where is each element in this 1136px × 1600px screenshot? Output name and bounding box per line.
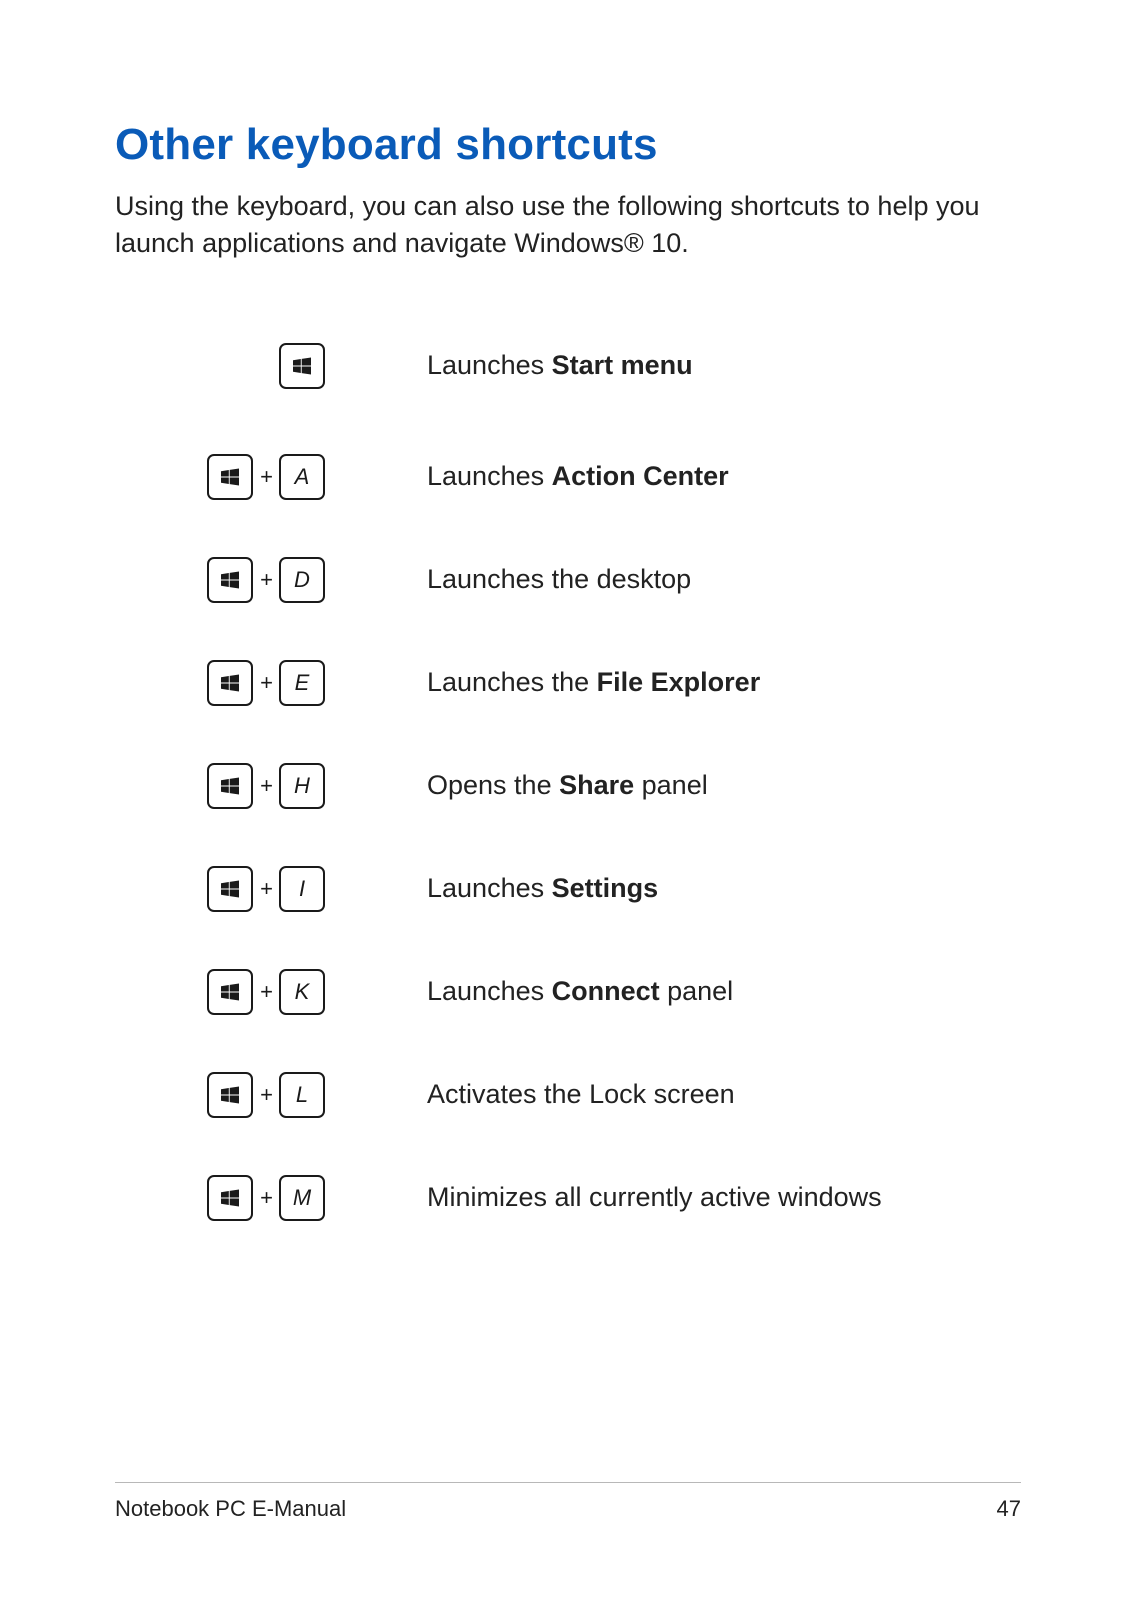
letter-key: K — [279, 969, 325, 1015]
desc-bold: Start menu — [552, 350, 693, 380]
footer-label: Notebook PC E-Manual — [115, 1496, 346, 1522]
desc-prefix: Launches the desktop — [427, 564, 691, 594]
desc-bold: Action Center — [552, 461, 729, 491]
windows-logo-icon — [221, 468, 239, 486]
key-combo: + M — [115, 1175, 325, 1221]
desc-prefix: Launches — [427, 350, 552, 380]
letter-key: M — [279, 1175, 325, 1221]
letter-key: D — [279, 557, 325, 603]
plus-separator: + — [260, 1187, 273, 1209]
windows-key — [207, 557, 253, 603]
key-combo: + I — [115, 866, 325, 912]
windows-logo-icon — [221, 777, 239, 795]
key-combo: + L — [115, 1072, 325, 1118]
shortcut-description: Launches the File Explorer — [325, 665, 1021, 700]
plus-separator: + — [260, 775, 273, 797]
windows-key — [207, 454, 253, 500]
desc-prefix: Activates the Lock screen — [427, 1079, 735, 1109]
shortcut-row-share: + H Opens the Share panel — [115, 763, 1021, 809]
windows-key — [207, 1072, 253, 1118]
shortcut-description: Minimizes all currently active windows — [325, 1180, 1021, 1215]
shortcut-description: Launches Start menu — [325, 348, 1021, 383]
letter-key: L — [279, 1072, 325, 1118]
page-title: Other keyboard shortcuts — [115, 120, 1021, 170]
windows-key — [207, 866, 253, 912]
shortcut-row-start-menu: Launches Start menu — [115, 343, 1021, 389]
plus-separator: + — [260, 569, 273, 591]
shortcut-description: Launches Action Center — [325, 459, 1021, 494]
shortcut-row-action-center: + A Launches Action Center — [115, 454, 1021, 500]
key-combo: + E — [115, 660, 325, 706]
windows-key — [207, 660, 253, 706]
desc-bold: Share — [559, 770, 634, 800]
footer-divider — [115, 1482, 1021, 1483]
key-combo: + A — [115, 454, 325, 500]
shortcut-row-file-explorer: + E Launches the File Explorer — [115, 660, 1021, 706]
shortcuts-list: Launches Start menu + A Launches Action … — [115, 343, 1021, 1221]
windows-logo-icon — [221, 571, 239, 589]
plus-separator: + — [260, 981, 273, 1003]
windows-key — [207, 969, 253, 1015]
plus-separator: + — [260, 466, 273, 488]
windows-key — [279, 343, 325, 389]
letter-key: H — [279, 763, 325, 809]
windows-key — [207, 1175, 253, 1221]
windows-logo-icon — [221, 983, 239, 1001]
desc-bold: File Explorer — [597, 667, 761, 697]
shortcut-description: Launches the desktop — [325, 562, 1021, 597]
key-combo: + D — [115, 557, 325, 603]
desc-bold: Settings — [552, 873, 659, 903]
windows-logo-icon — [293, 357, 311, 375]
desc-prefix: Launches — [427, 461, 552, 491]
page-footer: Notebook PC E-Manual 47 — [115, 1496, 1021, 1522]
letter-key: I — [279, 866, 325, 912]
desc-bold: Connect — [552, 976, 660, 1006]
shortcut-row-settings: + I Launches Settings — [115, 866, 1021, 912]
windows-logo-icon — [221, 1086, 239, 1104]
desc-prefix: Launches — [427, 976, 552, 1006]
shortcut-row-lock: + L Activates the Lock screen — [115, 1072, 1021, 1118]
shortcut-description: Activates the Lock screen — [325, 1077, 1021, 1112]
windows-logo-icon — [221, 880, 239, 898]
desc-prefix: Minimizes all currently active windows — [427, 1182, 882, 1212]
letter-key: A — [279, 454, 325, 500]
windows-logo-icon — [221, 674, 239, 692]
plus-separator: + — [260, 878, 273, 900]
desc-suffix: panel — [634, 770, 708, 800]
shortcut-row-desktop: + D Launches the desktop — [115, 557, 1021, 603]
letter-key: E — [279, 660, 325, 706]
key-combo: + K — [115, 969, 325, 1015]
desc-prefix: Opens the — [427, 770, 559, 800]
plus-separator: + — [260, 672, 273, 694]
key-combo — [115, 343, 325, 389]
windows-key — [207, 763, 253, 809]
desc-prefix: Launches the — [427, 667, 597, 697]
intro-paragraph: Using the keyboard, you can also use the… — [115, 188, 1021, 263]
desc-suffix: panel — [660, 976, 734, 1006]
shortcut-description: Opens the Share panel — [325, 768, 1021, 803]
desc-prefix: Launches — [427, 873, 552, 903]
page-content: Other keyboard shortcuts Using the keybo… — [0, 0, 1136, 1221]
windows-logo-icon — [221, 1189, 239, 1207]
shortcut-row-connect: + K Launches Connect panel — [115, 969, 1021, 1015]
key-combo: + H — [115, 763, 325, 809]
shortcut-description: Launches Settings — [325, 871, 1021, 906]
plus-separator: + — [260, 1084, 273, 1106]
page-number: 47 — [997, 1496, 1021, 1522]
shortcut-row-minimize: + M Minimizes all currently active windo… — [115, 1175, 1021, 1221]
shortcut-description: Launches Connect panel — [325, 974, 1021, 1009]
